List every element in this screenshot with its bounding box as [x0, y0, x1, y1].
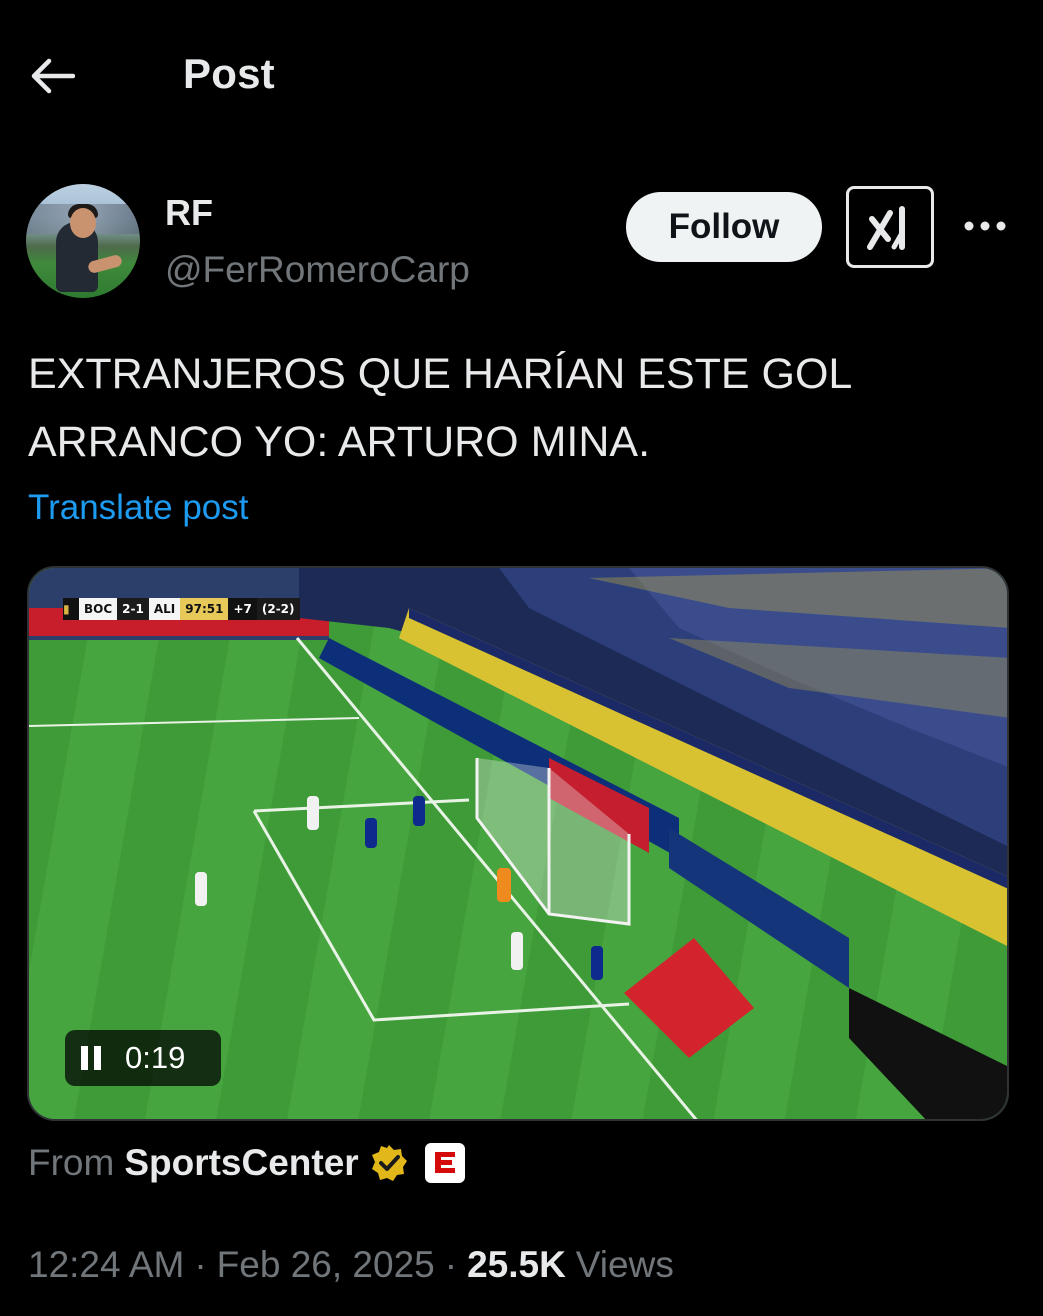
- post-date[interactable]: Feb 26, 2025: [217, 1244, 435, 1286]
- post-text-line: EXTRANJEROS QUE HARÍAN ESTE GOL: [28, 350, 853, 398]
- competition-icon: ▮: [63, 598, 79, 620]
- scoreboard-aggregate: (2-2): [256, 598, 300, 620]
- header: Post: [0, 0, 1043, 150]
- scoreboard-clock: 97:51: [180, 598, 229, 620]
- more-icon: [964, 221, 1006, 231]
- scoreboard-home: BOC: [79, 598, 118, 620]
- source-name[interactable]: SportsCenter: [124, 1142, 358, 1184]
- play-pause-control[interactable]: 0:19: [65, 1030, 221, 1086]
- video-time: 0:19: [125, 1040, 186, 1075]
- more-button[interactable]: [960, 206, 1010, 246]
- espn-icon: [424, 1143, 465, 1183]
- grok-button[interactable]: [846, 186, 934, 268]
- post-text-line: ARRANCO YO: ARTURO MINA.: [28, 418, 651, 466]
- pause-icon: [81, 1046, 101, 1070]
- scoreboard-score: 2-1: [117, 598, 149, 620]
- page-title: Post: [183, 50, 275, 97]
- scoreboard-added-time: +7: [228, 598, 257, 620]
- follow-button[interactable]: Follow: [626, 192, 822, 262]
- post-view: Post RF @FerRomeroCarp Follow EXTRANJERO…: [0, 0, 1043, 1316]
- views-label: Views: [575, 1244, 674, 1285]
- video-player[interactable]: ▮ BOC 2-1 ALI 97:51 +7 (2-2) 0:19: [27, 566, 1009, 1121]
- from-label: From: [28, 1142, 115, 1183]
- author-name[interactable]: RF: [165, 192, 213, 234]
- separator: ·: [194, 1244, 207, 1285]
- back-arrow-icon: [31, 58, 75, 94]
- source-attribution: From SportsCenter: [28, 1138, 465, 1188]
- post-text: EXTRANJEROS QUE HARÍAN ESTE GOL ARRANCO …: [28, 340, 1018, 476]
- scoreboard: ▮ BOC 2-1 ALI 97:51 +7 (2-2): [63, 598, 300, 620]
- translate-post-link[interactable]: Translate post: [28, 488, 248, 528]
- post-meta: 12:24 AM · Feb 26, 2025 · 25.5K Views: [28, 1240, 674, 1290]
- back-button[interactable]: [22, 48, 82, 104]
- post-time[interactable]: 12:24 AM: [28, 1244, 184, 1286]
- scoreboard-away: ALI: [148, 598, 181, 620]
- avatar[interactable]: [26, 184, 140, 298]
- grok-icon: [867, 206, 905, 250]
- views-count[interactable]: 25.5K: [467, 1244, 566, 1286]
- verified-icon: [371, 1145, 407, 1181]
- separator: ·: [444, 1244, 458, 1285]
- author-handle[interactable]: @FerRomeroCarp: [165, 249, 470, 291]
